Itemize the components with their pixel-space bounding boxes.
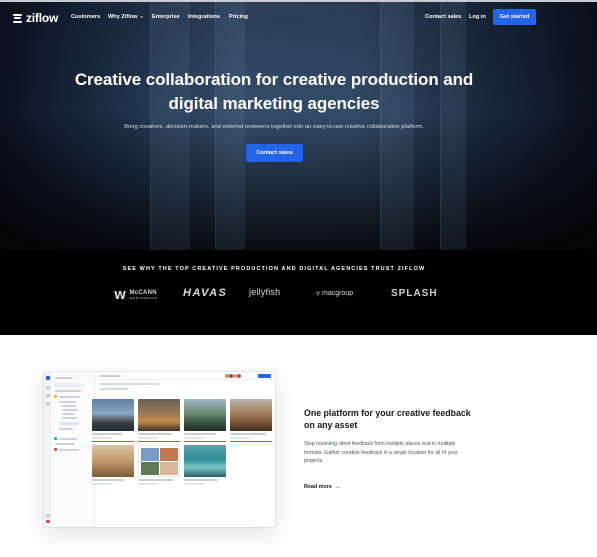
hero-subtitle: Bring creatives, decision-makers, and ex… (124, 124, 424, 130)
brand-logo-havas: HAVAS (183, 287, 228, 299)
app-folder-sidebar (51, 372, 95, 527)
read-more-label: Read more (304, 484, 332, 490)
mccann-w-icon: 𝗪 (114, 290, 127, 302)
ziflow-lines-icon (13, 13, 23, 23)
brand-sub: WORLDGROUP (129, 295, 158, 300)
nav-integrations[interactable]: Integrations (188, 14, 220, 20)
contact-sales-button[interactable]: Contact sales (246, 144, 303, 162)
product-screenshot (44, 372, 275, 527)
read-more-link[interactable]: Read more → (304, 484, 341, 490)
hero-section: ziflow Customers Why Ziflow ⌄ Enterprise … (0, 0, 597, 250)
feature-title: One platform for your creative feedback … (304, 408, 471, 430)
macgroup-triangle-icon: ▿ (316, 289, 321, 298)
app-toolbar (95, 372, 275, 380)
trust-heading: SEE WHY THE TOP CREATIVE PRODUCTION AND … (122, 266, 426, 272)
nav-why-ziflow-label: Why Ziflow (108, 14, 138, 20)
arrow-right-icon: → (334, 484, 341, 490)
asset-thumbnail[interactable] (184, 399, 226, 431)
nav-log-in[interactable]: Log in (469, 14, 486, 20)
logo[interactable]: ziflow (13, 11, 58, 25)
top-nav: ziflow Customers Why Ziflow ⌄ Enterprise … (0, 2, 597, 30)
brand-logo-mccann: 𝗪 McCANN WORLDGROUP (114, 289, 158, 303)
app-icon-rail (44, 372, 51, 527)
asset-thumbnail[interactable] (92, 399, 134, 431)
brand-logo-jellyfish: jellyfish (249, 287, 281, 297)
brand-logo-macgroup: ▿ macgroup (316, 289, 353, 298)
nav-pricing[interactable]: Pricing (229, 14, 248, 20)
nav-why-ziflow[interactable]: Why Ziflow ⌄ (108, 13, 144, 21)
asset-thumbnail[interactable] (92, 445, 134, 477)
get-started-button[interactable]: Get started (493, 9, 536, 25)
nav-enterprise[interactable]: Enterprise (152, 14, 180, 20)
asset-thumbnail[interactable] (230, 399, 272, 431)
nav-contact-sales[interactable]: Contact sales (425, 14, 461, 20)
chevron-down-icon: ⌄ (139, 13, 144, 20)
asset-thumbnail[interactable] (184, 445, 226, 477)
nav-customers[interactable]: Customers (71, 14, 100, 20)
brand-logo-splash: SPLASH (391, 288, 438, 299)
feature-body: Stop receiving client feedback from mult… (304, 441, 458, 465)
logo-text: ziflow (26, 11, 59, 25)
brand-name: macgroup (322, 290, 354, 297)
trust-strip: SEE WHY THE TOP CREATIVE PRODUCTION AND … (0, 250, 597, 335)
asset-thumbnail-collage[interactable] (138, 445, 180, 477)
hero-title: Creative collaboration for creative prod… (74, 70, 474, 113)
asset-thumbnail[interactable] (138, 399, 180, 431)
